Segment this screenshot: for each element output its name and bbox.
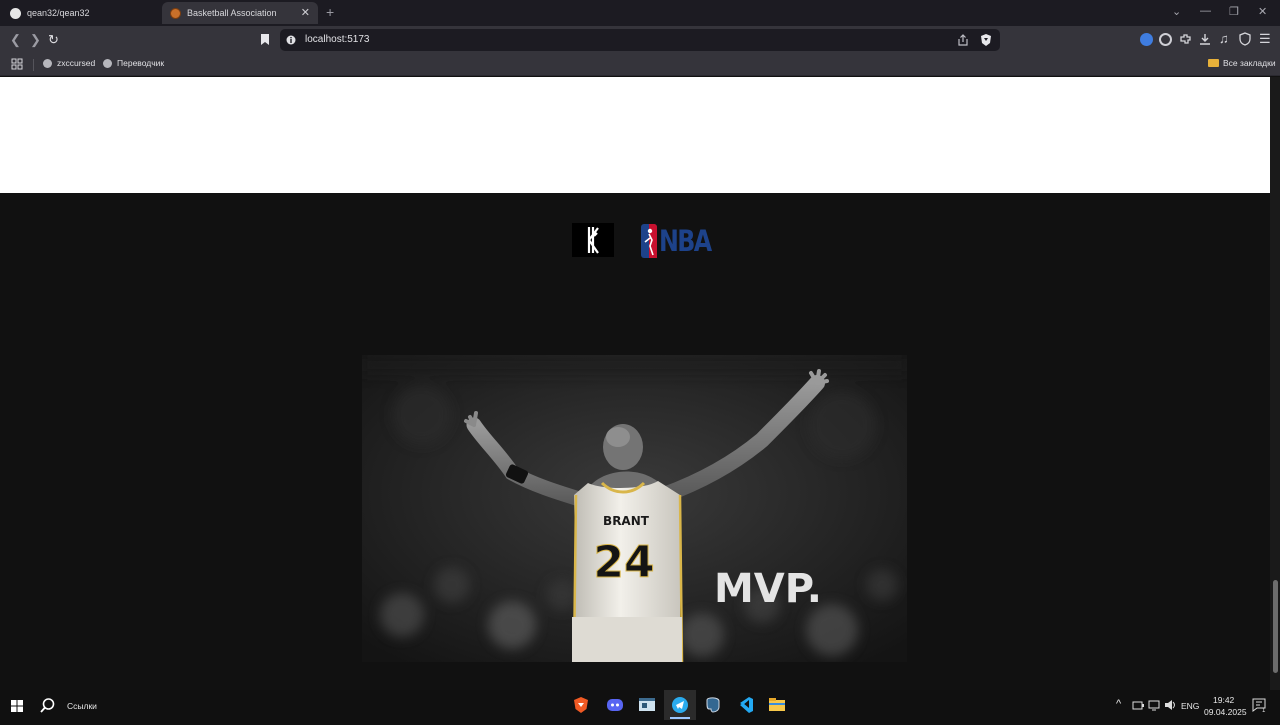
- brave-icon: [574, 697, 588, 713]
- site-info-icon[interactable]: [286, 35, 296, 45]
- nba-logoman-icon: [641, 224, 657, 258]
- media-icon[interactable]: ♫: [1219, 31, 1229, 47]
- bookmark-translator[interactable]: Переводчик: [103, 58, 164, 68]
- white-banner: [0, 77, 1270, 193]
- language-indicator[interactable]: ENG: [1181, 701, 1199, 711]
- telegram-icon: [672, 697, 688, 713]
- basketball-icon: [170, 7, 181, 19]
- vscode-icon: [740, 697, 753, 713]
- url-text: localhost:5173: [305, 34, 370, 45]
- all-bookmarks-label: Все закладки: [1223, 58, 1276, 68]
- postgres-elephant-icon: [706, 697, 720, 713]
- taskbar-search-label[interactable]: Ссылки: [67, 701, 97, 711]
- profile-avatar-icon[interactable]: [1140, 33, 1153, 46]
- tray-device-icon[interactable]: [1132, 700, 1144, 711]
- share-icon[interactable]: [957, 34, 969, 46]
- apps-grid-icon[interactable]: [11, 58, 23, 70]
- tab-list-chevron-icon[interactable]: ⌄: [1172, 5, 1181, 18]
- clock-date[interactable]: 09.04.2025: [1204, 707, 1247, 717]
- extensions-icon[interactable]: [1179, 33, 1192, 46]
- hero-image-kobe[interactable]: BRANT 24 MVP.: [362, 355, 907, 662]
- network-icon[interactable]: [1148, 700, 1160, 711]
- tab-label: Basketball Association: [187, 8, 277, 18]
- forward-icon[interactable]: ❯: [30, 32, 41, 48]
- close-tab-icon[interactable]: ✕: [301, 6, 310, 19]
- taskbar-vscode-app[interactable]: [734, 694, 756, 716]
- taskbar-telegram-app[interactable]: [664, 690, 696, 720]
- bookmark-label: Переводчик: [117, 58, 165, 68]
- kobe-photo-illustration: BRANT 24 MVP.: [362, 355, 907, 662]
- tab-basketball-association[interactable]: Basketball Association ✕: [162, 2, 318, 24]
- all-bookmarks[interactable]: Все закладки: [1208, 58, 1276, 68]
- windows-start-icon[interactable]: [11, 700, 23, 712]
- globe-icon: [43, 58, 52, 68]
- taskbar-terminal-app[interactable]: [636, 694, 658, 716]
- nba-wordmark: NBA: [659, 224, 712, 258]
- window-close-icon[interactable]: ✕: [1258, 5, 1267, 18]
- github-icon: [10, 7, 21, 19]
- volume-icon[interactable]: [1164, 699, 1176, 711]
- bookmark-icon[interactable]: [260, 33, 270, 46]
- download-icon[interactable]: [1199, 33, 1211, 46]
- jersey-name-text: BRANT: [603, 514, 650, 528]
- tab-github[interactable]: qean32/qean32: [2, 2, 158, 24]
- active-app-indicator: [670, 717, 690, 719]
- nba-logo[interactable]: NBA: [640, 223, 712, 259]
- folder-icon: [1208, 59, 1219, 67]
- windows-taskbar: Ссылки ^ ENG 19:42 09.04.2025 1: [0, 690, 1280, 720]
- browser-tab-strip: qean32/qean32 Basketball Association ✕ +…: [0, 0, 1280, 26]
- minimize-icon[interactable]: —: [1200, 5, 1211, 17]
- scrollbar-thumb[interactable]: [1273, 580, 1278, 673]
- back-icon[interactable]: ❮: [10, 32, 21, 48]
- bookmark-divider: [33, 59, 34, 71]
- page-viewport: NBA BRANT 24 MVP.: [0, 77, 1270, 690]
- bookmark-zxccursed[interactable]: zxccursed: [43, 58, 95, 68]
- restore-icon[interactable]: ❐: [1229, 5, 1239, 18]
- reload-icon[interactable]: ↻: [48, 32, 59, 48]
- bookmarks-bar: zxccursed Переводчик Все закладки: [0, 54, 1280, 76]
- tray-overflow-icon[interactable]: ^: [1116, 698, 1121, 710]
- taskbar-postgres-app[interactable]: [702, 694, 724, 716]
- globe-icon: [103, 58, 112, 68]
- taskbar-discord-app[interactable]: [604, 694, 626, 716]
- discord-icon: [607, 699, 623, 711]
- vpn-shield-icon[interactable]: [1239, 32, 1251, 46]
- vpn-globe-icon[interactable]: [1159, 33, 1172, 46]
- taskbar-brave-app[interactable]: [570, 694, 592, 716]
- new-tab-button[interactable]: +: [326, 4, 334, 20]
- taskbar-explorer-app[interactable]: [766, 694, 788, 716]
- search-icon[interactable]: [40, 698, 55, 713]
- menu-icon[interactable]: ☰: [1259, 31, 1271, 47]
- clock-time[interactable]: 19:42: [1213, 695, 1234, 705]
- hero-caption-text: MVP.: [714, 566, 822, 612]
- notification-count-badge: 1: [1262, 708, 1266, 714]
- bookmark-label: zxccursed: [57, 58, 96, 68]
- address-bar[interactable]: localhost:5173: [280, 29, 1000, 51]
- terminal-icon: [639, 698, 655, 711]
- browser-toolbar: ❮ ❯ ↻ localhost:5173 ♫ ☰: [0, 26, 1280, 54]
- page-scrollbar[interactable]: [1270, 77, 1280, 690]
- kyrie-logo-icon: [587, 227, 599, 254]
- kyrie-logo[interactable]: [572, 223, 614, 257]
- brave-shield-icon[interactable]: [980, 33, 992, 47]
- tab-label: qean32/qean32: [27, 8, 90, 18]
- jersey-number-text: 24: [593, 537, 654, 588]
- folder-icon: [769, 698, 785, 711]
